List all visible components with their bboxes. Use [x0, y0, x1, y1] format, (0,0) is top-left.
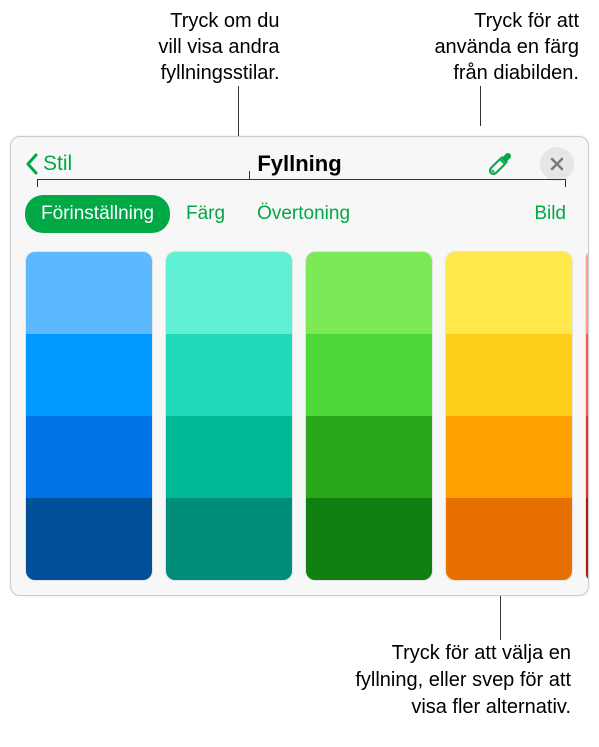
swatch-column — [305, 251, 433, 581]
color-swatch[interactable] — [586, 334, 588, 416]
color-swatch[interactable] — [446, 252, 572, 334]
panel-title: Fyllning — [257, 151, 341, 177]
eyedropper-icon[interactable] — [486, 150, 514, 178]
color-swatch[interactable] — [446, 334, 572, 416]
swatch-column — [585, 251, 588, 581]
color-swatch[interactable] — [26, 416, 152, 498]
color-swatch[interactable] — [306, 416, 432, 498]
callout-swatches: Tryck för att välja enfyllning, eller sv… — [355, 640, 571, 721]
color-swatch[interactable] — [166, 334, 292, 416]
color-swatch[interactable] — [306, 498, 432, 580]
color-swatch[interactable] — [306, 252, 432, 334]
close-button[interactable] — [540, 147, 574, 181]
color-swatch[interactable] — [586, 416, 588, 498]
color-swatch[interactable] — [166, 252, 292, 334]
panel-header: Stil Fyllning — [11, 137, 588, 185]
back-label: Stil — [43, 152, 72, 176]
color-swatch[interactable] — [446, 416, 572, 498]
fill-style-tabs: Förinställning Färg Övertoning Bild — [11, 185, 588, 247]
color-swatch[interactable] — [166, 498, 292, 580]
tab-gradient[interactable]: Övertoning — [241, 195, 366, 233]
color-swatch[interactable] — [306, 334, 432, 416]
swatch-column — [165, 251, 293, 581]
color-swatch[interactable] — [26, 334, 152, 416]
color-swatch[interactable] — [166, 416, 292, 498]
color-swatch[interactable] — [586, 252, 588, 334]
back-button[interactable]: Stil — [25, 152, 72, 176]
tab-color[interactable]: Färg — [170, 195, 241, 233]
callout-eyedropper: Tryck för attanvända en färgfrån diabild… — [300, 8, 580, 86]
callout-fill-styles: Tryck om duvill visa andrafyllningsstila… — [20, 8, 300, 86]
fill-panel: Stil Fyllning Förinställning Färg Överto… — [10, 136, 589, 596]
swatch-column — [445, 251, 573, 581]
tab-image[interactable]: Bild — [518, 195, 574, 233]
color-swatch[interactable] — [446, 498, 572, 580]
chevron-left-icon — [25, 153, 39, 175]
close-icon — [550, 157, 564, 171]
color-swatch[interactable] — [26, 252, 152, 334]
tab-preset[interactable]: Förinställning — [25, 195, 170, 233]
swatch-grid[interactable] — [11, 247, 588, 595]
color-swatch[interactable] — [586, 498, 588, 580]
swatch-column — [25, 251, 153, 581]
color-swatch[interactable] — [26, 498, 152, 580]
